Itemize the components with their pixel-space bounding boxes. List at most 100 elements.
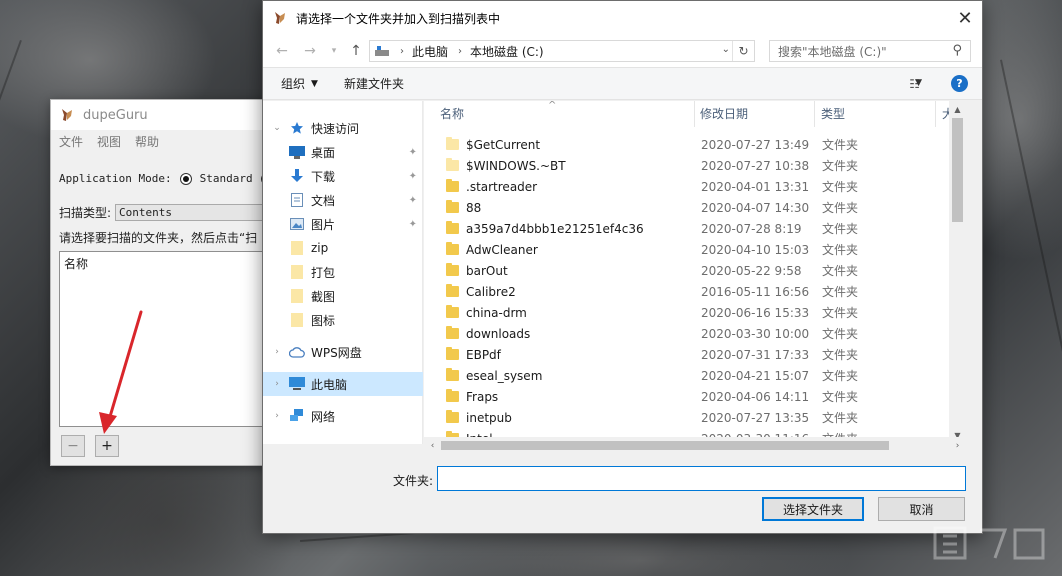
select-folder-button[interactable]: 选择文件夹: [762, 497, 864, 521]
nav-desktop[interactable]: 桌面 ✦: [263, 140, 423, 164]
nav-quick-access[interactable]: ⌄ 快速访问: [263, 116, 423, 140]
application-mode-label: Application Mode:: [59, 172, 172, 185]
mode-standard-radio[interactable]: [179, 172, 192, 185]
remove-folder-button[interactable]: −: [61, 435, 85, 457]
file-type: 文件夹: [822, 264, 859, 278]
file-date: 2020-04-06 14:11: [701, 389, 810, 404]
new-folder-button[interactable]: 新建文件夹: [344, 75, 404, 92]
file-row[interactable]: 88 2020-04-07 14:30 文件夹: [424, 197, 966, 218]
file-name: $GetCurrent: [466, 137, 541, 152]
dupeguru-title: dupeGuru: [83, 107, 148, 123]
horizontal-scroll-thumb[interactable]: [441, 441, 889, 450]
file-row[interactable]: Calibre2 2016-05-11 16:56 文件夹: [424, 281, 966, 302]
up-arrow-icon[interactable]: ↑: [345, 40, 367, 62]
pin-icon[interactable]: ✦: [409, 147, 417, 158]
pin-icon[interactable]: ✦: [409, 195, 417, 206]
menu-view[interactable]: 视图: [97, 133, 121, 150]
expand-chevron-icon[interactable]: ›: [271, 379, 283, 389]
column-name[interactable]: ^ 名称: [424, 101, 695, 127]
back-arrow-icon[interactable]: ←: [271, 40, 293, 62]
close-icon[interactable]: ✕: [948, 1, 982, 35]
nav-folder-pack[interactable]: 打包: [263, 260, 423, 284]
address-segment-this-pc[interactable]: 此电脑: [412, 43, 448, 60]
nav-downloads[interactable]: 下载 ✦: [263, 164, 423, 188]
address-bar[interactable]: › 此电脑 › 本地磁盘 (C:) ⌄ ↻: [369, 40, 755, 62]
star-icon: [289, 120, 305, 136]
file-row[interactable]: china-drm 2020-06-16 15:33 文件夹: [424, 302, 966, 323]
nav-documents[interactable]: 文档 ✦: [263, 188, 423, 212]
expand-chevron-icon[interactable]: ›: [271, 411, 283, 421]
nav-folder-screenshots[interactable]: 截图: [263, 284, 423, 308]
scroll-up-icon[interactable]: ▲: [949, 101, 966, 118]
nav-label: 网络: [311, 409, 336, 424]
download-icon: [289, 168, 305, 184]
column-type[interactable]: 类型: [815, 101, 936, 127]
column-date[interactable]: 修改日期: [695, 101, 815, 127]
folder-field-label: 文件夹:: [393, 474, 434, 488]
address-row: ← → ▾ ↑ › 此电脑 › 本地磁盘 (C:) ⌄ ↻ 搜索"本地磁盘 (C…: [263, 35, 982, 67]
rock-crack: [1000, 59, 1062, 354]
file-row[interactable]: EBPdf 2020-07-31 17:33 文件夹: [424, 344, 966, 365]
file-date: 2020-04-21 15:07: [701, 368, 810, 383]
add-folder-button[interactable]: +: [95, 435, 119, 457]
file-type: 文件夹: [822, 348, 859, 362]
folder-icon: [289, 288, 305, 304]
file-date: 2020-04-07 14:30: [701, 200, 810, 215]
pin-icon[interactable]: ✦: [409, 219, 417, 230]
file-row[interactable]: $GetCurrent 2020-07-27 13:49 文件夹: [424, 134, 966, 155]
pin-icon[interactable]: ✦: [409, 171, 417, 182]
file-row[interactable]: $WINDOWS.~BT 2020-07-27 10:38 文件夹: [424, 155, 966, 176]
folder-list[interactable]: 名称: [59, 251, 273, 427]
nav-wps-cloud[interactable]: › WPS网盘: [263, 340, 423, 364]
nav-this-pc[interactable]: › 此电脑: [263, 372, 423, 396]
view-caret-down-icon[interactable]: ▼: [915, 78, 922, 88]
dialog-app-icon: [275, 12, 285, 24]
folder-icon: [446, 347, 459, 360]
scroll-left-icon[interactable]: ‹: [424, 437, 441, 454]
file-row[interactable]: downloads 2020-03-30 10:00 文件夹: [424, 323, 966, 344]
file-row[interactable]: barOut 2020-05-22 9:58 文件夹: [424, 260, 966, 281]
refresh-icon[interactable]: ↻: [732, 41, 754, 61]
file-type: 文件夹: [822, 369, 859, 383]
vertical-scrollbar[interactable]: ▲ ▼: [949, 101, 966, 444]
forward-arrow-icon[interactable]: →: [299, 40, 321, 62]
file-name: .startreader: [466, 179, 538, 194]
search-input[interactable]: 搜索"本地磁盘 (C:)" ⚲: [769, 40, 971, 62]
nav-pictures[interactable]: 图片 ✦: [263, 212, 423, 236]
column-header-row: ^ 名称 修改日期 类型 大小: [424, 101, 966, 127]
file-row[interactable]: a359a7d4bbb1e21251ef4c36 2020-07-28 8:19 文…: [424, 218, 966, 239]
recent-chevron-down-icon[interactable]: ▾: [323, 40, 345, 62]
menu-help[interactable]: 帮助: [135, 133, 159, 150]
file-row[interactable]: eseal_sysem 2020-04-21 15:07 文件夹: [424, 365, 966, 386]
folder-icon: [446, 389, 459, 402]
folder-icon: [446, 263, 459, 276]
menu-file[interactable]: 文件: [59, 133, 83, 150]
folder-icon: [446, 137, 459, 150]
organize-label: 组织: [281, 77, 306, 91]
expand-chevron-icon[interactable]: ⌄: [271, 123, 283, 133]
file-row[interactable]: .startreader 2020-04-01 13:31 文件夹: [424, 176, 966, 197]
scroll-right-icon[interactable]: ›: [949, 437, 966, 454]
file-date: 2020-04-01 13:31: [701, 179, 810, 194]
expand-chevron-icon[interactable]: ›: [271, 347, 283, 357]
nav-folder-zip[interactable]: zip: [263, 236, 423, 260]
file-row[interactable]: AdwCleaner 2020-04-10 15:03 文件夹: [424, 239, 966, 260]
scan-type-select[interactable]: Contents: [115, 204, 266, 221]
file-type: 文件夹: [822, 285, 859, 299]
nav-network[interactable]: › 网络: [263, 404, 423, 428]
address-chevron-down-icon[interactable]: ⌄: [722, 44, 730, 55]
rock-crack: [0, 40, 22, 229]
folder-icon: [446, 326, 459, 339]
help-icon[interactable]: ?: [951, 75, 968, 92]
folder-input[interactable]: [437, 466, 966, 491]
vertical-scroll-thumb[interactable]: [952, 118, 963, 222]
search-icon: ⚲: [952, 43, 962, 58]
drive-icon: [375, 46, 389, 56]
organize-menu[interactable]: 组织 ▼: [281, 75, 318, 92]
file-name: eseal_sysem: [466, 368, 543, 383]
file-row[interactable]: Fraps 2020-04-06 14:11 文件夹: [424, 386, 966, 407]
horizontal-scrollbar[interactable]: ‹ ›: [424, 437, 966, 454]
file-row[interactable]: inetpub 2020-07-27 13:35 文件夹: [424, 407, 966, 428]
nav-folder-icons[interactable]: 图标: [263, 308, 423, 332]
address-segment-local-disk[interactable]: 本地磁盘 (C:): [470, 43, 544, 60]
